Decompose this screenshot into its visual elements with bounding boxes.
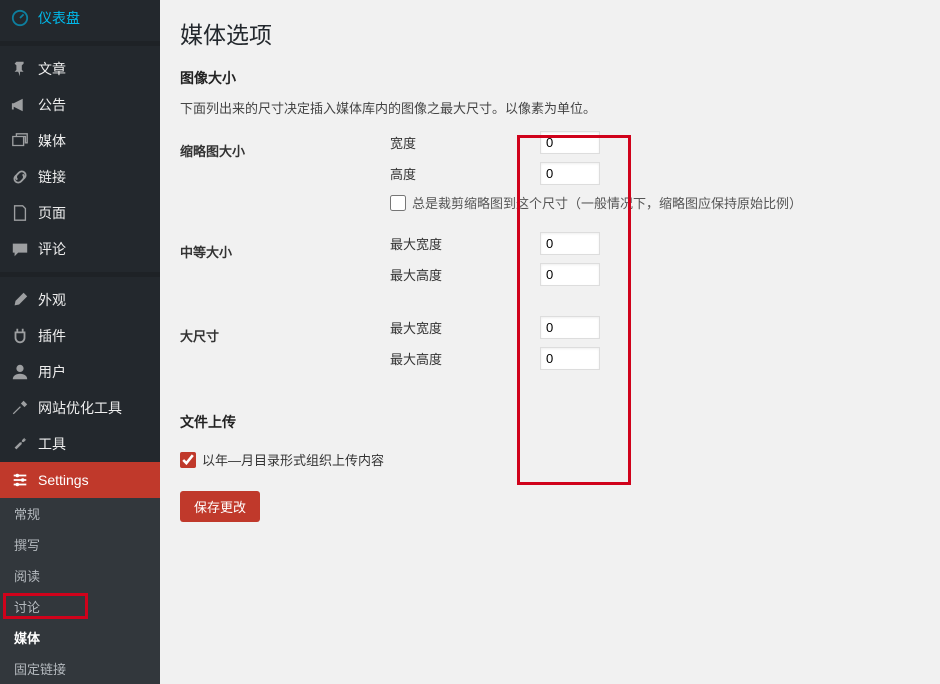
dashboard-icon <box>10 8 30 28</box>
thumbnail-height-input[interactable] <box>540 162 600 185</box>
submenu-item-reading[interactable]: 阅读 <box>0 560 160 591</box>
megaphone-icon <box>10 95 30 115</box>
thumbnail-label: 缩略图大小 <box>180 131 390 160</box>
large-row: 大尺寸 最大宽度 最大高度 <box>180 316 920 378</box>
medium-max-height-input[interactable] <box>540 263 600 286</box>
content-area: 媒体选项 图像大小 下面列出来的尺寸决定插入媒体库内的图像之最大尺寸。以像素为单… <box>160 0 940 661</box>
sidebar-item-label: 链接 <box>38 167 66 187</box>
sidebar-item-announcements[interactable]: 公告 <box>0 87 160 123</box>
large-max-height-label: 最大高度 <box>390 349 540 368</box>
sidebar-item-seo-tools[interactable]: 网站优化工具 <box>0 390 160 426</box>
page-icon <box>10 203 30 223</box>
thumbnail-row: 缩略图大小 宽度 高度 总是裁剪缩略图到这个尺寸（一般情况下，缩略图应保持原始比… <box>180 131 920 230</box>
sidebar-item-label: 公告 <box>38 95 66 115</box>
large-label: 大尺寸 <box>180 316 390 345</box>
section-upload-heading: 文件上传 <box>180 412 920 432</box>
user-icon <box>10 362 30 382</box>
organize-by-date-row[interactable]: 以年—月目录形式组织上传内容 <box>180 450 920 469</box>
thumbnail-crop-checkbox[interactable] <box>390 195 406 211</box>
pin-icon <box>10 59 30 79</box>
sidebar-item-posts[interactable]: 文章 <box>0 51 160 87</box>
submenu-item-writing[interactable]: 撰写 <box>0 529 160 560</box>
sidebar-item-comments[interactable]: 评论 <box>0 231 160 267</box>
menu-separator <box>0 272 160 277</box>
page-title: 媒体选项 <box>180 16 920 50</box>
sidebar-item-dashboard[interactable]: 仪表盘 <box>0 0 160 36</box>
large-max-width-label: 最大宽度 <box>390 318 540 337</box>
plugin-icon <box>10 326 30 346</box>
medium-max-height-label: 最大高度 <box>390 265 540 284</box>
sidebar-item-label: 仪表盘 <box>38 8 80 28</box>
sidebar-item-label: 页面 <box>38 203 66 223</box>
admin-sidebar: 仪表盘 文章 公告 媒体 链接 页面 评论 外观 <box>0 0 160 661</box>
settings-submenu: 常规 撰写 阅读 讨论 媒体 固定链接 <box>0 498 160 684</box>
submenu-item-discussion[interactable]: 讨论 <box>0 591 160 622</box>
sidebar-item-label: 媒体 <box>38 131 66 151</box>
large-max-height-input[interactable] <box>540 347 600 370</box>
medium-label: 中等大小 <box>180 232 390 261</box>
thumbnail-crop-row[interactable]: 总是裁剪缩略图到这个尺寸（一般情况下，缩略图应保持原始比例） <box>390 193 920 212</box>
wrench-icon <box>10 434 30 454</box>
sidebar-item-links[interactable]: 链接 <box>0 159 160 195</box>
thumbnail-width-input[interactable] <box>540 131 600 154</box>
sidebar-item-label: 文章 <box>38 59 66 79</box>
section-image-sizes-heading: 图像大小 <box>180 68 920 88</box>
sliders-icon <box>10 470 30 490</box>
comment-icon <box>10 239 30 259</box>
sidebar-item-pages[interactable]: 页面 <box>0 195 160 231</box>
image-sizes-description: 下面列出来的尺寸决定插入媒体库内的图像之最大尺寸。以像素为单位。 <box>180 98 920 117</box>
sidebar-item-label: 外观 <box>38 290 66 310</box>
hammer-icon <box>10 398 30 418</box>
sidebar-item-users[interactable]: 用户 <box>0 354 160 390</box>
medium-max-width-input[interactable] <box>540 232 600 255</box>
submenu-item-permalinks[interactable]: 固定链接 <box>0 653 160 684</box>
thumbnail-crop-label: 总是裁剪缩略图到这个尺寸（一般情况下，缩略图应保持原始比例） <box>412 193 802 212</box>
sidebar-item-label: 工具 <box>38 434 66 454</box>
sidebar-item-plugins[interactable]: 插件 <box>0 318 160 354</box>
medium-row: 中等大小 最大宽度 最大高度 <box>180 232 920 314</box>
link-icon <box>10 167 30 187</box>
sidebar-item-media[interactable]: 媒体 <box>0 123 160 159</box>
brush-icon <box>10 290 30 310</box>
submenu-item-general[interactable]: 常规 <box>0 498 160 529</box>
submenu-item-media[interactable]: 媒体 <box>0 622 160 653</box>
sidebar-item-label: 网站优化工具 <box>38 398 122 418</box>
menu-separator <box>0 41 160 46</box>
thumbnail-width-label: 宽度 <box>390 133 540 152</box>
sidebar-item-tools[interactable]: 工具 <box>0 426 160 462</box>
sidebar-item-appearance[interactable]: 外观 <box>0 282 160 318</box>
medium-max-width-label: 最大宽度 <box>390 234 540 253</box>
sidebar-item-label: 评论 <box>38 239 66 259</box>
sidebar-item-label: Settings <box>38 472 89 488</box>
organize-by-date-label: 以年—月目录形式组织上传内容 <box>202 450 384 469</box>
sidebar-item-label: 用户 <box>38 362 66 382</box>
thumbnail-height-label: 高度 <box>390 164 540 183</box>
organize-by-date-checkbox[interactable] <box>180 452 196 468</box>
large-max-width-input[interactable] <box>540 316 600 339</box>
sidebar-item-settings[interactable]: Settings <box>0 462 160 498</box>
media-icon <box>10 131 30 151</box>
sidebar-item-label: 插件 <box>38 326 66 346</box>
save-button[interactable]: 保存更改 <box>180 491 260 522</box>
